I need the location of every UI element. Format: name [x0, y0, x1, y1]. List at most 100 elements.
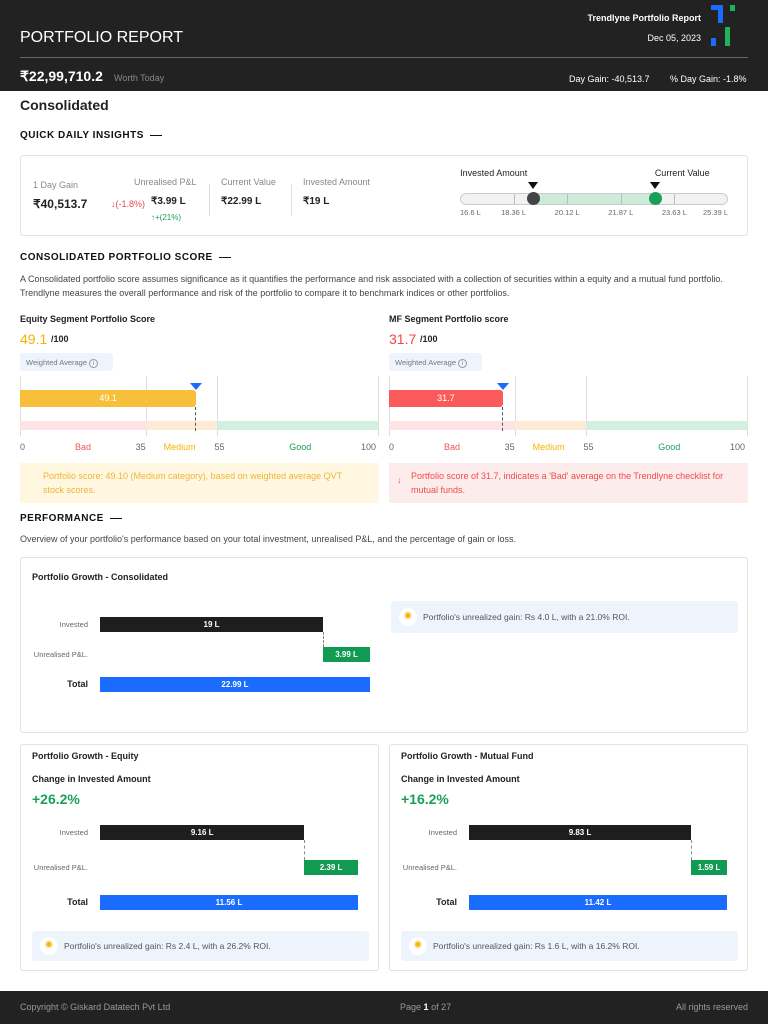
tick-100: 100 [361, 442, 377, 452]
score-pointer-icon [190, 383, 203, 390]
invested-amount-value: ₹19 L [303, 196, 330, 207]
band-good [586, 421, 748, 430]
label-bad: Bad [75, 442, 92, 452]
header-divider [20, 57, 748, 58]
connector-line [323, 632, 325, 647]
band-bad [389, 421, 515, 430]
info-icon: i [458, 359, 468, 368]
connector-line [691, 840, 693, 860]
tip-text: Portfolio's unrealized gain: Rs 1.6 L, w… [433, 941, 640, 951]
note-text: Portfolio score of 31.7, indicates a 'Ba… [411, 471, 724, 495]
lightbulb-icon: ✺ [399, 608, 417, 626]
current-pointer-icon [649, 182, 660, 189]
equity-change-value: +26.2% [32, 791, 80, 807]
weighted-average-chip[interactable]: Weighted Average i [389, 353, 482, 371]
quick-insights-heading: QUICK DAILY INSIGHTS [20, 130, 162, 141]
total-row-label: Total [67, 897, 88, 907]
tick-0: 0 [389, 442, 395, 452]
range-tick-label: 20.12 L [554, 208, 580, 217]
range-tick-label: 16.6 L [460, 208, 481, 217]
band-bad [20, 421, 146, 430]
segment-note: ↓ Portfolio score of 31.7, indicates a 'B… [389, 463, 748, 503]
footer: Copyright © Giskard Datatech Pvt Ltd Pag… [0, 991, 768, 1024]
score-description: A Consolidated portfolio score assumes s… [20, 274, 723, 298]
band-good [217, 421, 379, 430]
total-bar: 22.99 L [100, 677, 370, 692]
report-header: PORTFOLIO REPORT Trendlyne Portfolio Rep… [0, 0, 768, 91]
score-bar: 49.1 [20, 390, 197, 407]
value-range-gauge: Invested Amount Current Value 16.6 L 18.3… [460, 168, 728, 218]
growth-mf-title: Portfolio Growth - Mutual Fund [401, 751, 534, 761]
page-indicator: Page 1 of 27 [400, 1002, 452, 1012]
tip-text: Portfolio's unrealized gain: Rs 4.0 L, w… [423, 612, 630, 622]
segment-out-of: /100 [51, 334, 69, 344]
pnl-row-label: Unrealised P&L. [33, 863, 88, 872]
pnl-bar: 1.59 L [691, 860, 727, 875]
band-medium [514, 421, 587, 430]
segment-score-mf: MF Segment Portfolio score 31.7 /100 Wei… [389, 313, 748, 505]
pnl-value: ₹3.99 L [151, 196, 186, 207]
quick-insights-card: 1 Day Gain ₹40,513.7 ↓(-1.8%) Unrealised… [20, 155, 748, 236]
equity-change-label: Change in Invested Amount [32, 774, 151, 784]
pnl-bar: 2.39 L [304, 860, 358, 875]
day-gain-label: 1 Day Gain [33, 180, 79, 190]
current-value-label: Current Value [221, 177, 276, 187]
range-gridline [674, 194, 676, 204]
segment-note: Portfolio score: 49.10 (Medium category)… [20, 463, 379, 503]
tick-100: 100 [730, 442, 746, 452]
score-marker-line [195, 407, 197, 431]
segment-score: 49.1 [20, 331, 48, 347]
invested-row-label: Invested [59, 620, 88, 629]
invested-bar: 9.83 L [469, 825, 692, 840]
invested-amount-label: Invested Amount [303, 177, 371, 187]
invested-row-label: Invested [59, 828, 88, 837]
growth-consolidated-title: Portfolio Growth - Consolidated [32, 572, 168, 582]
segment-score-equity: Equity Segment Portfolio Score 49.1 /100… [20, 313, 379, 505]
range-gridline [513, 194, 515, 204]
score-bar: 31.7 [389, 390, 503, 407]
report-date: Dec 05, 2023 [647, 33, 701, 43]
tick-35: 35 [135, 442, 146, 452]
trendlyne-logo [711, 5, 737, 47]
total-bar: 11.42 L [469, 895, 727, 910]
range-tick-label: 23.63 L [661, 208, 687, 217]
tick-0: 0 [20, 442, 26, 452]
total-bar: 11.56 L [100, 895, 358, 910]
weighted-average-chip[interactable]: Weighted Average i [20, 353, 113, 371]
label-medium: Medium [163, 442, 196, 452]
growth-consolidated-card: Portfolio Growth - Consolidated ✺ Portfol… [20, 557, 748, 733]
pnl-label: Unrealised P&L [134, 177, 197, 187]
band-medium [145, 421, 218, 430]
range-gridline [620, 194, 622, 204]
worth-today-label: Worth Today [114, 73, 165, 83]
pct-day-gain: % Day Gain: -1.8% [670, 74, 747, 84]
day-gain: Day Gain: -40,513.7 [569, 74, 650, 84]
worth-today-value: ₹22,99,710.2 [20, 68, 103, 84]
tick-35: 35 [504, 442, 515, 452]
range-invested-label: Invested Amount [460, 168, 528, 178]
growth-equity-title: Portfolio Growth - Equity [32, 751, 139, 761]
pnl-bar: 3.99 L [323, 647, 370, 662]
pnl-pct: ↑+(21%) [151, 213, 182, 222]
total-row-label: Total [436, 897, 457, 907]
score-marker-line [501, 407, 503, 431]
page-title: Consolidated [20, 97, 109, 113]
mf-change-value: +16.2% [401, 791, 449, 807]
score-heading: CONSOLIDATED PORTFOLIO SCORE [20, 252, 231, 263]
segment-title: MF Segment Portfolio score [389, 314, 509, 324]
performance-description: Overview of your portfolio's performance… [20, 534, 516, 544]
range-tick-label: 25.39 L [702, 208, 728, 217]
day-gain-pct: ↓(-1.8%) [111, 199, 146, 209]
lightbulb-icon: ✺ [40, 937, 58, 955]
range-tick-label: 18.36 L [501, 208, 527, 217]
lightbulb-icon: ✺ [409, 937, 427, 955]
range-gridline [567, 194, 569, 204]
label-medium: Medium [532, 442, 565, 452]
range-tick-label: 21.87 L [608, 208, 634, 217]
growth-consolidated-tip: ✺ Portfolio's unrealized gain: Rs 4.0 L, … [391, 601, 738, 633]
rights: All rights reserved [675, 1002, 748, 1012]
growth-equity-tip: ✺ Portfolio's unrealized gain: Rs 2.4 L, … [32, 931, 369, 961]
current-marker [648, 192, 662, 205]
info-icon: i [89, 359, 99, 368]
invested-pointer-icon [528, 182, 539, 189]
